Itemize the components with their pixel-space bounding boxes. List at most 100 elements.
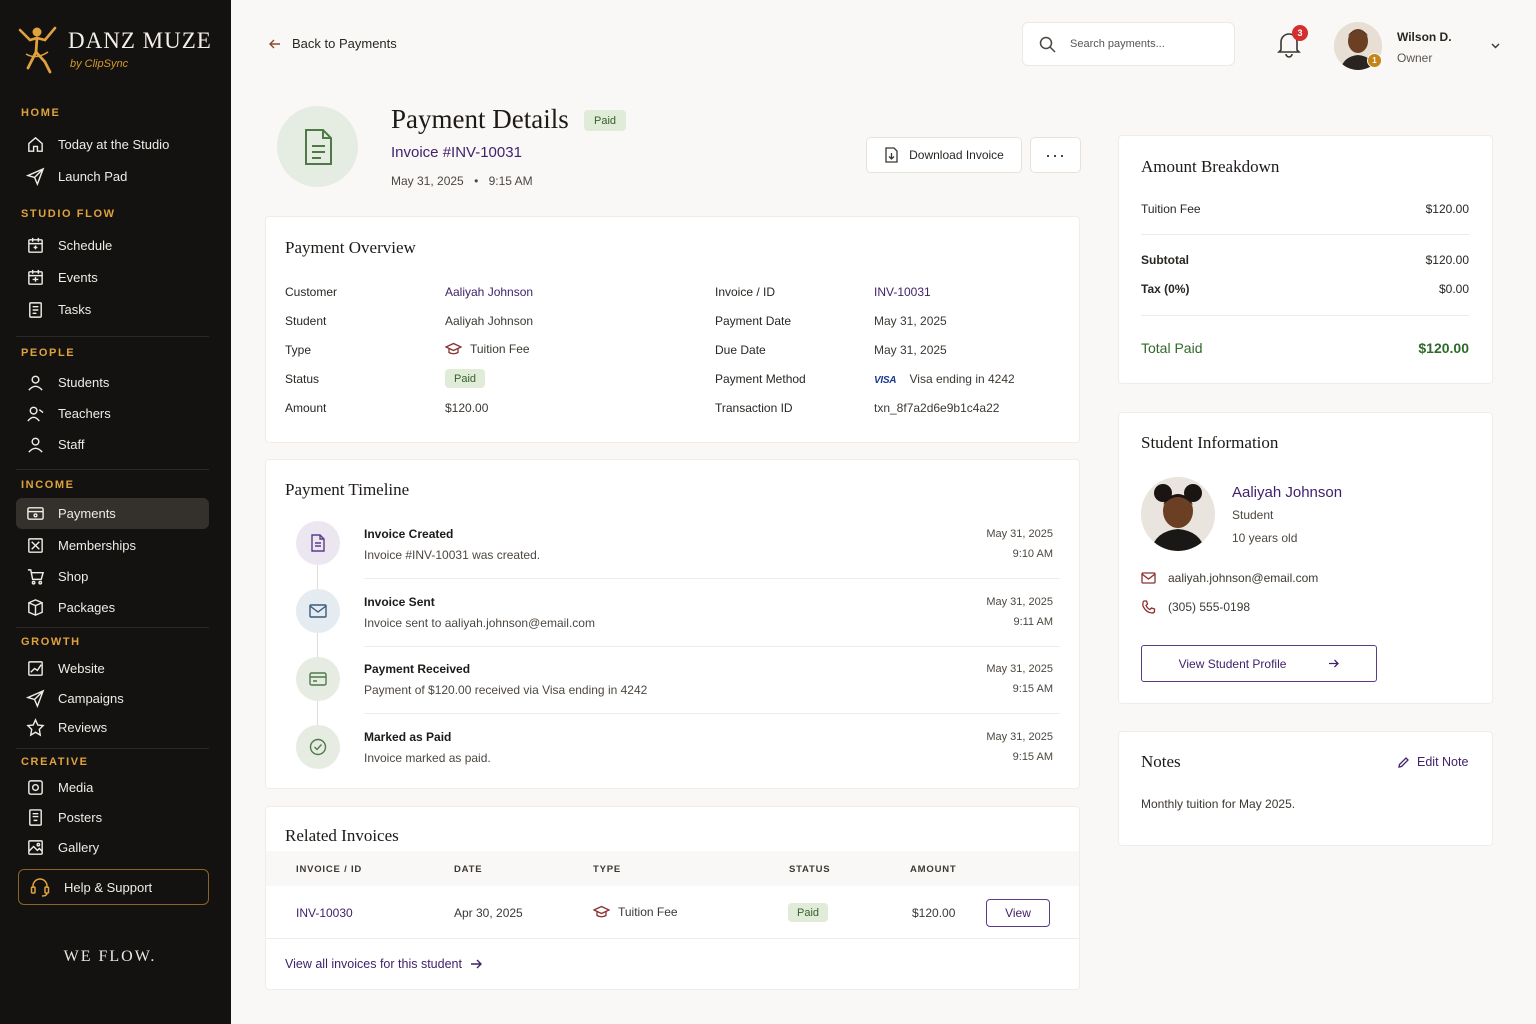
timeline-event-time: 9:15 AM [1012,683,1053,695]
amount-value: $120.00 [445,401,489,415]
timeline-event-date: May 31, 2025 [986,528,1053,540]
paper-plane-icon [26,689,45,708]
student-phone[interactable]: (305) 555-0198 [1141,600,1250,614]
download-invoice-button[interactable]: Download Invoice [866,137,1022,173]
sidebar: DANZ MUZE by ClipSync HOME Today at the … [0,0,231,1024]
brand[interactable]: DANZ MUZE by ClipSync [18,24,218,76]
related-invoice-date: Apr 30, 2025 [454,906,523,920]
cart-icon [27,568,45,585]
section-title-creative: CREATIVE [21,756,89,768]
sidebar-item-staff[interactable]: Staff [16,429,209,459]
timeline-event-title: Invoice Created [364,527,454,541]
membership-card-icon [28,537,43,553]
chevron-down-icon[interactable] [1490,40,1501,51]
page-title: Payment Details [391,104,569,134]
sidebar-item-label: Schedule [58,237,113,253]
sidebar-item-schedule[interactable]: Schedule [16,230,209,260]
sidebar-item-website[interactable]: Website [16,653,209,683]
student-information-title: Student Information [1141,433,1279,452]
arrow-right-icon [470,959,482,969]
sidebar-divider [16,469,209,470]
sidebar-item-campaigns[interactable]: Campaigns [16,683,209,713]
column-header: INVOICE / ID [296,864,363,875]
paper-plane-icon [26,167,45,186]
student-email[interactable]: aaliyah.johnson@email.com [1141,571,1318,585]
view-student-profile-button[interactable]: View Student Profile [1141,645,1377,682]
sidebar-item-payments[interactable]: Payments [16,498,209,529]
related-invoices-title: Related Invoices [285,826,399,845]
sidebar-item-students[interactable]: Students [16,367,209,397]
timeline-event-desc: Payment of $120.00 received via Visa end… [364,683,648,697]
search-input[interactable] [1070,38,1210,50]
status-badge: Paid [788,903,828,922]
customer-link[interactable]: Aaliyah Johnson [445,285,533,299]
sidebar-item-memberships[interactable]: Memberships [16,530,209,560]
view-invoice-button[interactable]: View [986,899,1050,927]
sidebar-item-tasks[interactable]: Tasks [16,294,209,324]
subtotal-value: $120.00 [1425,253,1469,267]
graduation-cap-icon [445,342,462,355]
user-icon [28,437,43,453]
sidebar-item-label: Payments [58,506,116,521]
edit-note-button[interactable]: Edit Note [1397,755,1468,769]
graduation-cap-icon [593,905,610,918]
calendar-plus-icon [28,269,43,285]
sidebar-item-label: Reviews [58,719,108,735]
user-role: Owner [1397,51,1433,65]
timeline-event-time: 9:15 AM [1012,751,1053,763]
section-title-people: PEOPLE [21,347,76,359]
sidebar-item-label: Memberships [58,537,137,553]
timeline-event-time: 9:10 AM [1012,548,1053,560]
view-all-invoices-link[interactable]: View all invoices for this student [285,957,482,971]
sidebar-divider [16,627,209,628]
dot-separator: • [474,174,479,188]
sidebar-item-shop[interactable]: Shop [16,561,209,591]
sidebar-item-media[interactable]: Media [16,772,209,802]
status-badge: Paid [445,369,485,388]
student-value: Aaliyah Johnson [445,314,534,328]
sidebar-item-gallery[interactable]: Gallery [16,832,209,862]
pencil-icon [1398,756,1409,768]
timeline-event-title: Payment Received [364,662,471,676]
student-email-label: aaliyah.johnson@email.com [1168,571,1319,585]
timeline-event-date: May 31, 2025 [986,663,1053,675]
sidebar-item-label: Gallery [58,839,100,855]
sidebar-item-reviews[interactable]: Reviews [16,712,209,742]
sidebar-item-events[interactable]: Events [16,262,209,292]
type-label: Tuition Fee [618,905,678,919]
timeline-event-desc: Invoice sent to aaliyah.johnson@email.co… [364,616,595,630]
sidebar-item-launch-pad[interactable]: Launch Pad [16,161,209,191]
student-name-link[interactable]: Aaliyah Johnson [1232,484,1342,501]
invoice-time: 9:15 AM [488,174,533,188]
star-icon [26,717,45,737]
mail-icon [1141,572,1156,584]
document-icon [311,534,325,552]
invoice-doc-badge [277,106,358,187]
breakdown-separator [1141,234,1469,235]
column-header: DATE [454,864,483,875]
invoice-id-link[interactable]: INV-10031 [874,285,931,299]
headset-icon [30,878,50,897]
wallet-icon [27,507,44,520]
sidebar-divider [16,748,209,749]
tax-label: Tax (0%) [1141,282,1190,296]
sidebar-item-label: Teachers [58,405,111,421]
breakdown-item-label: Tuition Fee [1141,202,1201,216]
search-box[interactable] [1022,22,1235,66]
section-title-studio-flow: STUDIO FLOW [21,208,116,220]
more-options-button[interactable]: ··· [1030,137,1081,173]
sidebar-item-posters[interactable]: Posters [16,802,209,832]
back-to-payments-link[interactable]: Back to Payments [268,36,397,51]
sidebar-item-today[interactable]: Today at the Studio [16,129,209,159]
view-profile-label: View Student Profile [1178,656,1287,671]
sidebar-item-teachers[interactable]: Teachers [16,398,209,428]
sidebar-item-packages[interactable]: Packages [16,592,209,622]
visa-logo: VISA [874,375,897,386]
help-support-button[interactable]: Help & Support [18,869,209,905]
timeline-event-date: May 31, 2025 [986,731,1053,743]
status-badge: Paid [584,110,626,131]
sidebar-item-label: Packages [58,599,116,615]
column-header: STATUS [789,864,831,875]
notes-card [1118,731,1493,846]
related-invoice-id-link[interactable]: INV-10030 [296,906,353,920]
